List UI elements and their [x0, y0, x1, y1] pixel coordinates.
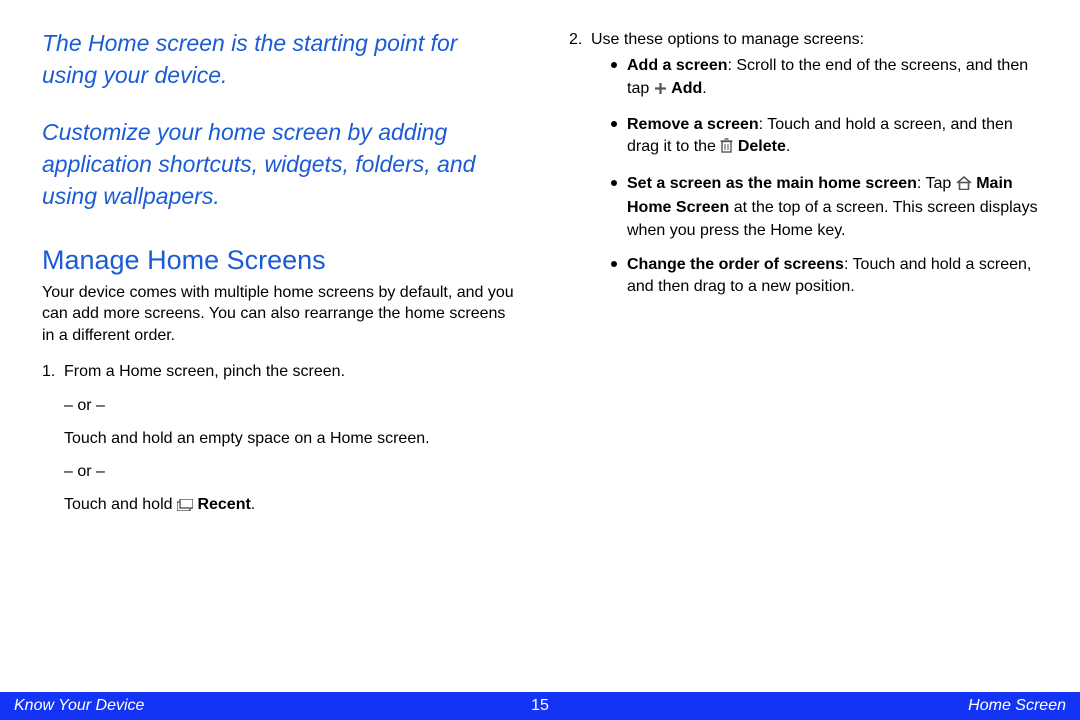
- content-columns: The Home screen is the starting point fo…: [0, 0, 1080, 528]
- bullet-add-screen: Add a screen: Scroll to the end of the s…: [611, 55, 1044, 102]
- footer-left: Know Your Device: [14, 697, 144, 715]
- bullet-list: Add a screen: Scroll to the end of the s…: [611, 55, 1044, 299]
- intro-paragraph-2: Customize your home screen by adding app…: [42, 117, 517, 212]
- footer-bar: Know Your Device 15 Home Screen: [0, 692, 1080, 720]
- section-body: Your device comes with multiple home scr…: [42, 282, 517, 347]
- step-2-lead: Use these options to manage screens:: [591, 31, 864, 48]
- section-heading-manage-home-screens: Manage Home Screens: [42, 245, 517, 276]
- step-1-lead: From a Home screen, pinch the screen.: [64, 363, 345, 380]
- step-list-left: From a Home screen, pinch the screen. – …: [42, 360, 517, 518]
- step-1-or-2: – or –: [64, 460, 517, 483]
- trash-icon: [720, 138, 733, 160]
- right-column: Use these options to manage screens: Add…: [569, 28, 1044, 528]
- recent-icon: [177, 495, 193, 518]
- bullet-main-home-head: Set a screen as the main home screen: [627, 175, 917, 192]
- step-1: From a Home screen, pinch the screen. – …: [42, 360, 517, 518]
- bullet-main-home-screen: Set a screen as the main home screen: Ta…: [611, 173, 1044, 242]
- plus-icon: [654, 80, 667, 102]
- intro-paragraph-1: The Home screen is the starting point fo…: [42, 28, 517, 91]
- bullet-add-screen-head: Add a screen: [627, 57, 727, 74]
- step-1-alt-2: Touch and hold Recent.: [64, 493, 517, 518]
- manual-page: The Home screen is the starting point fo…: [0, 0, 1080, 720]
- step-list-right: Use these options to manage screens: Add…: [569, 28, 1044, 299]
- bullet-add-screen-label: Add: [671, 80, 702, 97]
- home-icon: [956, 175, 972, 197]
- step-1-or-1: – or –: [64, 394, 517, 417]
- bullet-change-order-head: Change the order of screens: [627, 256, 844, 273]
- bullet-remove-screen-label: Delete: [738, 138, 786, 155]
- step-1-alt-2-icon-label: Recent: [197, 496, 250, 513]
- step-1-alt-1: Touch and hold an empty space on a Home …: [64, 427, 517, 450]
- step-1-alt-2-pre: Touch and hold: [64, 496, 177, 513]
- left-column: The Home screen is the starting point fo…: [42, 28, 517, 528]
- footer-right: Home Screen: [968, 697, 1066, 715]
- bullet-remove-screen-post: .: [786, 138, 790, 155]
- footer-page-number: 15: [531, 697, 549, 715]
- bullet-main-home-pre: : Tap: [917, 175, 956, 192]
- bullet-remove-screen: Remove a screen: Touch and hold a screen…: [611, 114, 1044, 161]
- step-2: Use these options to manage screens: Add…: [569, 28, 1044, 299]
- bullet-change-order: Change the order of screens: Touch and h…: [611, 254, 1044, 299]
- period: .: [251, 496, 255, 513]
- bullet-add-screen-post: .: [702, 80, 706, 97]
- bullet-remove-screen-head: Remove a screen: [627, 116, 759, 133]
